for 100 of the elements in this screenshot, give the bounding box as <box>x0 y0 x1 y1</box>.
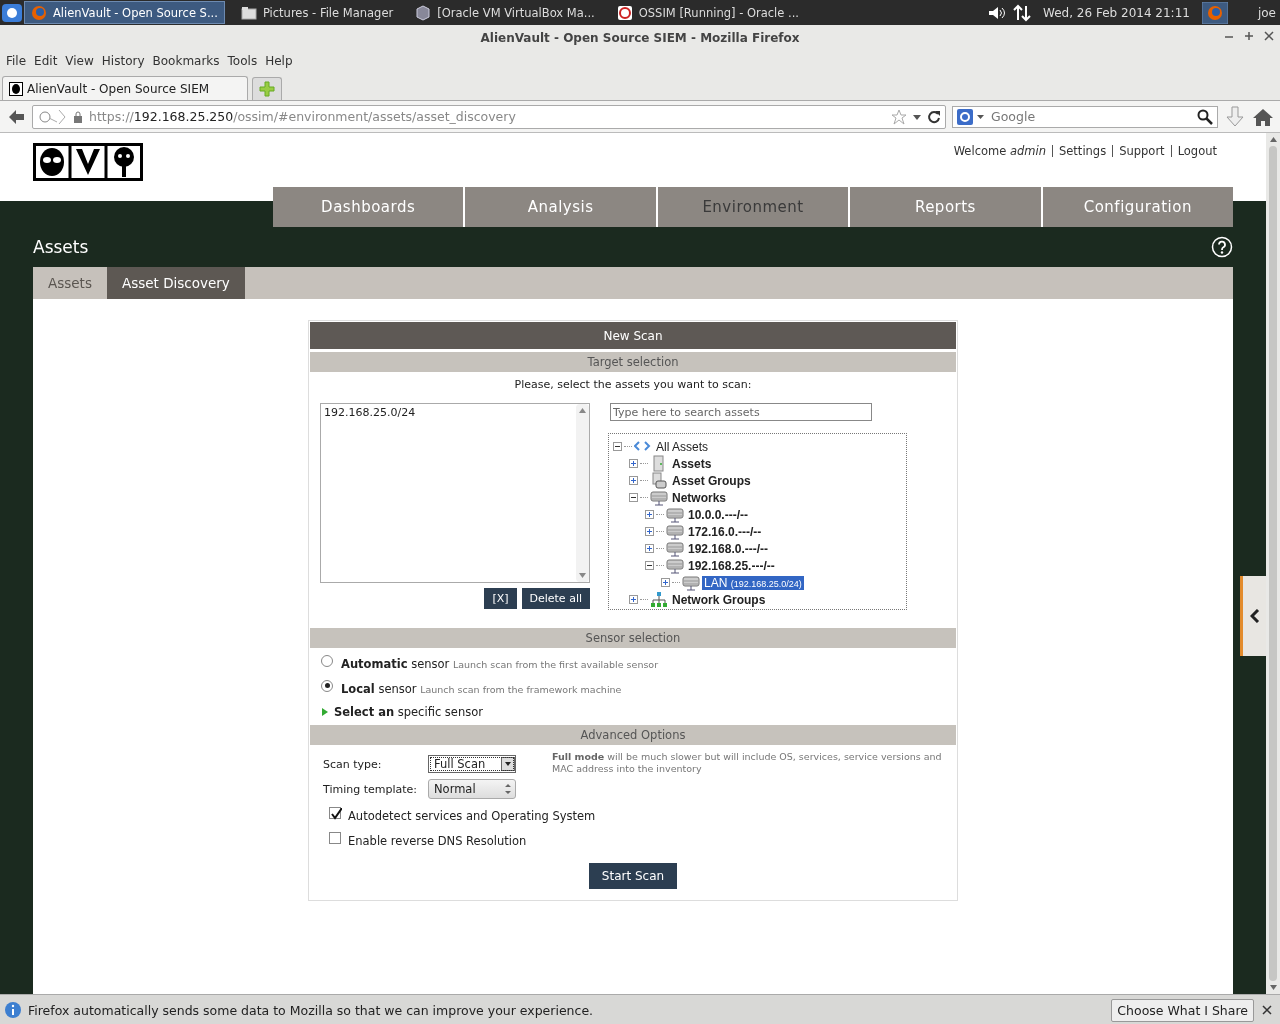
scrollbar[interactable] <box>1266 133 1280 994</box>
minus-icon <box>647 563 652 568</box>
dropdown-arrow-icon[interactable] <box>913 112 921 121</box>
logo-icon <box>33 143 143 181</box>
close-icon[interactable] <box>1264 29 1274 43</box>
start-scan-button[interactable]: Start Scan <box>588 863 678 889</box>
delete-all-button[interactable]: Delete all <box>521 588 590 609</box>
menu-item[interactable]: History <box>99 54 151 68</box>
header-link[interactable]: Settings <box>1052 145 1113 157</box>
expander-icon[interactable] <box>629 459 638 468</box>
tree-item[interactable]: Assets <box>670 456 714 471</box>
nav-tab[interactable]: Configuration <box>1040 187 1234 227</box>
expander-icon[interactable] <box>645 527 654 536</box>
nav-tab[interactable]: Dashboards <box>273 187 464 227</box>
menu-item[interactable]: Bookmarks <box>150 54 226 68</box>
menu-item[interactable]: Edit <box>32 54 64 68</box>
scroll-down-icon[interactable] <box>1269 985 1277 990</box>
choose-share-button[interactable]: Choose What I Share <box>1111 998 1254 1022</box>
remove-button[interactable]: [X] <box>484 588 517 609</box>
checkbox[interactable] <box>329 806 341 819</box>
checkbox[interactable] <box>329 831 341 844</box>
nav-tab[interactable]: Analysis <box>463 187 656 227</box>
reload-icon[interactable] <box>927 109 941 124</box>
welcome-text: Welcome admin <box>952 145 1047 157</box>
asset-search-field[interactable]: Type here to search assets <box>610 403 872 421</box>
option-hint: Launch scan from the framework machine <box>420 683 622 695</box>
url-field[interactable]: https://192.168.25.250/ossim/#environment/assets/asset_discovery <box>32 104 946 129</box>
taskbar-button[interactable]: OSSIM [Running] - Oracle ... <box>610 1 805 24</box>
menu-item[interactable]: File <box>4 54 33 68</box>
start-menu-icon[interactable] <box>0 1 24 24</box>
timing-select[interactable]: Normal <box>428 779 516 799</box>
field-label: Timing template: <box>323 782 419 796</box>
tree-item[interactable]: LAN (192.168.25.0/24) <box>702 575 804 590</box>
expander-icon[interactable] <box>661 578 670 587</box>
plus-icon <box>259 81 275 97</box>
volume-icon[interactable] <box>987 4 1006 21</box>
expander-icon[interactable] <box>613 442 622 451</box>
scroll-up-icon[interactable] <box>579 408 586 413</box>
header-link[interactable]: Support <box>1112 145 1171 157</box>
check-icon <box>330 807 342 820</box>
home-icon[interactable] <box>1252 106 1274 127</box>
search-engine-icon[interactable] <box>957 108 985 125</box>
menu-item[interactable]: Help <box>263 54 299 68</box>
expander-icon[interactable] <box>645 544 654 553</box>
globe-icon[interactable] <box>1201 1 1228 24</box>
selected-assets-list[interactable]: 192.168.25.0/24 <box>320 403 590 583</box>
radio-button[interactable] <box>321 654 333 667</box>
tree-item[interactable]: Networks <box>670 490 729 505</box>
section-header: Advanced Options <box>310 725 956 745</box>
spinner-arrows-icon <box>505 783 511 795</box>
sub-tab[interactable]: Assets <box>33 267 107 299</box>
tree-item[interactable]: 192.168.25.---/-- <box>686 558 777 573</box>
star-icon[interactable] <box>891 108 907 125</box>
help-icon[interactable] <box>1211 236 1233 258</box>
page-title: Assets <box>33 237 89 257</box>
menu-item[interactable]: Tools <box>225 54 264 68</box>
taskbar-button[interactable]: [Oracle VM VirtualBox Ma... <box>409 1 601 24</box>
lock-icon <box>73 110 83 123</box>
taskbar-button[interactable]: Pictures - File Manager <box>234 1 400 24</box>
tree-item[interactable]: All Assets <box>654 439 711 454</box>
sub-tab[interactable]: Asset Discovery <box>106 267 245 299</box>
list-item[interactable]: 192.168.25.0/24 <box>324 406 573 419</box>
tree-item[interactable]: 192.168.0.---/-- <box>686 541 771 556</box>
scan-type-select[interactable]: Full Scan <box>428 755 516 773</box>
user-name[interactable]: joe <box>1257 5 1276 20</box>
minus-icon <box>631 495 636 500</box>
network-device-icon <box>650 489 668 506</box>
browser-tab[interactable]: AlienVault - Open Source SIEM <box>2 76 248 100</box>
scroll-up-icon[interactable] <box>1269 137 1277 142</box>
app-icon <box>616 4 633 21</box>
tree-item[interactable]: 172.16.0.---/-- <box>686 524 764 539</box>
network-device-icon <box>666 506 684 523</box>
scroll-down-icon[interactable] <box>579 573 586 578</box>
tree-item[interactable]: Network Groups <box>670 592 768 607</box>
info-icon <box>4 1001 22 1019</box>
expander-icon[interactable] <box>645 510 654 519</box>
field-label: Scan type: <box>323 757 383 771</box>
close-icon[interactable] <box>1260 1003 1274 1017</box>
search-bar[interactable]: Google <box>952 105 1218 128</box>
expand-arrow-icon[interactable] <box>322 708 328 716</box>
expander-icon[interactable] <box>629 595 638 604</box>
header-link[interactable]: Logout <box>1170 145 1223 157</box>
option-label: Local sensor <box>341 681 417 696</box>
nav-tab[interactable]: Reports <box>848 187 1041 227</box>
expand-link[interactable]: Select an specific sensor <box>334 705 483 719</box>
plus-icon <box>631 597 636 602</box>
expander-icon[interactable] <box>645 561 654 570</box>
menu-item[interactable]: View <box>63 54 100 68</box>
maximize-icon[interactable] <box>1244 29 1254 43</box>
tree-item[interactable]: 10.0.0.---/-- <box>686 507 750 522</box>
search-icon[interactable] <box>1197 108 1213 125</box>
option-label: Automatic sensor <box>341 656 450 671</box>
tree-item[interactable]: Asset Groups <box>670 473 753 488</box>
clock[interactable]: Wed, 26 Feb 2014 21:11 <box>1043 5 1190 20</box>
radio-button[interactable] <box>321 679 333 692</box>
side-panel-toggle[interactable] <box>1240 576 1266 656</box>
expander-icon[interactable] <box>629 476 638 485</box>
network-icon[interactable] <box>1013 3 1032 22</box>
taskbar-button[interactable]: AlienVault - Open Source S... <box>24 1 225 24</box>
expander-icon[interactable] <box>629 493 638 502</box>
